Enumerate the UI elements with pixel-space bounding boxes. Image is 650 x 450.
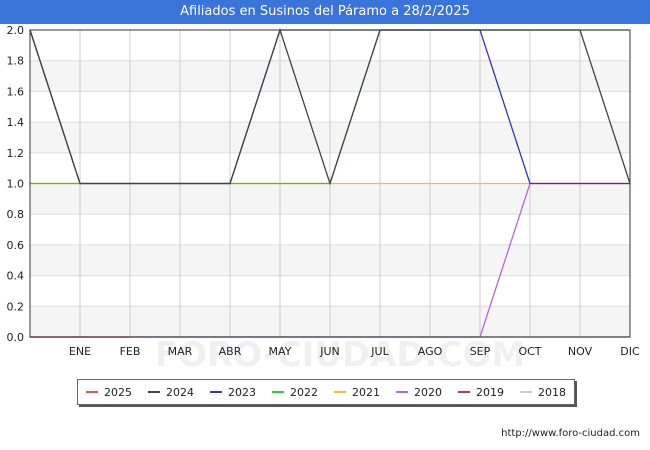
legend-item-2019: 2019 xyxy=(458,386,504,399)
y-tick-label: 0.6 xyxy=(7,239,25,252)
legend-item-2025: 2025 xyxy=(86,386,132,399)
legend-swatch xyxy=(210,391,222,393)
legend-label: 2018 xyxy=(538,385,566,399)
legend-swatch xyxy=(86,391,98,393)
x-tick-label: MAR xyxy=(168,345,193,358)
legend-swatch xyxy=(334,391,346,393)
legend-item-2018: 2018 xyxy=(520,386,566,399)
legend-swatch xyxy=(458,391,470,393)
y-tick-label: 0.8 xyxy=(7,208,25,221)
legend-label: 2020 xyxy=(414,385,442,399)
legend-item-2024: 2024 xyxy=(148,386,194,399)
y-tick-label: 1.6 xyxy=(7,85,25,98)
y-tick-label: 1.8 xyxy=(7,55,25,68)
y-tick-label: 0.4 xyxy=(7,270,25,283)
legend-swatch xyxy=(520,391,532,393)
legend-item-2021: 2021 xyxy=(334,386,380,399)
y-tick-label: 0.2 xyxy=(7,300,25,313)
x-tick-label: AGO xyxy=(418,345,443,358)
x-tick-label: JUL xyxy=(370,345,389,358)
chart-legend: 2025 2024 2023 2022 2021 2020 2019 2018 xyxy=(77,379,575,405)
x-tick-label: DIC xyxy=(620,345,640,358)
source-url: http://www.foro-ciudad.com xyxy=(501,428,640,439)
x-tick-label: SEP xyxy=(470,345,491,358)
y-tick-label: 1.2 xyxy=(7,147,25,160)
y-tick-label: 2.0 xyxy=(7,24,25,37)
x-tick-label: FEB xyxy=(120,345,141,358)
legend-label: 2021 xyxy=(352,385,380,399)
x-tick-label: MAY xyxy=(269,345,292,358)
y-tick-label: 1.4 xyxy=(7,116,25,129)
legend-label: 2024 xyxy=(166,385,194,399)
legend-item-2023: 2023 xyxy=(210,386,256,399)
legend-label: 2025 xyxy=(104,385,132,399)
legend-swatch xyxy=(396,391,408,393)
y-tick-label: 1.0 xyxy=(7,178,25,191)
legend-item-2020: 2020 xyxy=(396,386,442,399)
x-tick-label: OCT xyxy=(518,345,541,358)
x-tick-label: ENE xyxy=(69,345,91,358)
x-tick-label: ABR xyxy=(219,345,242,358)
legend-label: 2023 xyxy=(228,385,256,399)
legend-swatch xyxy=(272,391,284,393)
legend-item-2022: 2022 xyxy=(272,386,318,399)
x-tick-label: NOV xyxy=(568,345,593,358)
x-tick-label: JUN xyxy=(319,345,340,358)
legend-label: 2019 xyxy=(476,385,504,399)
legend-label: 2022 xyxy=(290,385,318,399)
y-tick-label: 0.0 xyxy=(7,331,25,344)
legend-swatch xyxy=(148,391,160,393)
